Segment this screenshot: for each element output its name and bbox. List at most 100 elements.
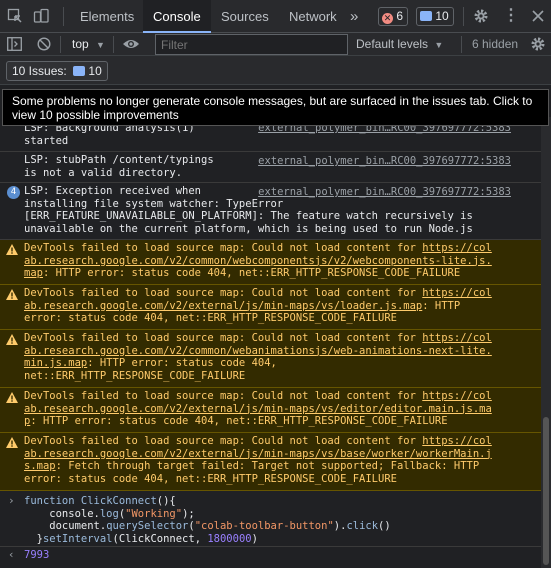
divider: [60, 36, 61, 53]
source-map-link[interactable]: ab.research.google.com/v2/common/webcomp…: [24, 255, 492, 267]
warning-text: error: status code 404, net::ERR_HTTP_RE…: [24, 472, 397, 485]
warning-message: DevTools failed to load source map: Coul…: [0, 285, 541, 330]
warning-message: DevTools failed to load source map: Coul…: [0, 433, 541, 491]
warning-message: DevTools failed to load source map: Coul…: [0, 388, 541, 433]
context-value: top: [72, 37, 89, 51]
code-function-name: querySelector: [106, 520, 189, 532]
source-map-link[interactable]: https://col: [422, 435, 492, 447]
log-levels-value: Default levels: [356, 37, 429, 51]
divider: [461, 36, 462, 53]
source-link[interactable]: external_polymer_bin…RC00_397697772:5383: [258, 155, 511, 168]
source-map-link[interactable]: https://col: [422, 287, 492, 299]
message-count: 10: [435, 9, 449, 23]
settings-gear-icon[interactable]: [473, 8, 489, 24]
console-input-entry: › function ClickConnect(){ console.log("…: [0, 491, 541, 547]
warning-text: DevTools failed to load source map: Coul…: [24, 332, 423, 344]
warning-icon: [6, 244, 18, 255]
issues-message-icon: [73, 66, 86, 76]
warning-text: net::ERR_HTTP_RESPONSE_CODE_FAILURE: [24, 369, 246, 382]
warning-text: error: status code 404, net::ERR_HTTP_RE…: [24, 312, 397, 324]
code-text: ).: [333, 520, 347, 532]
warning-text: DevTools failed to load source map: Coul…: [24, 242, 423, 254]
code-function-name: setInterval: [42, 532, 113, 545]
log-text: is not a valid directory.: [24, 166, 183, 179]
code-text: (): [378, 520, 391, 532]
issues-button[interactable]: 10 Issues: 10: [6, 61, 108, 81]
log-message-grouped: 4 LSP: Exception received when installin…: [0, 183, 541, 240]
source-link[interactable]: external_polymer_bin…RC00_397697772:5383: [258, 186, 511, 199]
log-text: started: [24, 134, 69, 147]
code-text: (){: [156, 495, 176, 507]
source-map-link[interactable]: https://col: [422, 390, 492, 402]
source-map-link[interactable]: ab.research.google.com/v2/external/js/mi…: [24, 403, 492, 415]
source-map-link[interactable]: min.js.map: [24, 357, 87, 369]
error-count: 6: [396, 9, 404, 23]
warning-message: DevTools failed to load source map: Coul…: [0, 330, 541, 388]
code-function-name: click: [346, 520, 379, 532]
warning-text: : Fetch through target failed: Target no…: [55, 460, 480, 472]
source-map-link[interactable]: map: [24, 267, 43, 279]
issues-tooltip: Some problems no longer generate console…: [2, 89, 549, 126]
more-options-icon[interactable]: ⋮: [503, 8, 519, 24]
log-text: installing file system watcher: TypeErro…: [24, 197, 284, 210]
live-expression-eye-icon[interactable]: [122, 37, 140, 54]
log-text: unavailable on the current platform, whi…: [24, 222, 473, 235]
console-toolbar: top ▼ Default levels ▼ 6 hidden: [0, 33, 551, 56]
code-text: ): [251, 532, 258, 545]
filter-input[interactable]: [155, 34, 348, 55]
code-keyword: function: [24, 495, 75, 507]
code-function-name: ClickConnect: [80, 495, 157, 507]
tab-sources[interactable]: Sources: [211, 0, 279, 33]
chevron-down-icon: ▼: [434, 40, 444, 50]
warning-text: DevTools failed to load source map: Coul…: [24, 390, 423, 402]
warning-icon: [6, 289, 18, 300]
error-icon: ✕: [382, 13, 393, 24]
close-devtools-icon[interactable]: [530, 8, 546, 24]
warning-icon: [6, 437, 18, 448]
clear-console-icon[interactable]: [37, 37, 51, 54]
source-map-link[interactable]: s.map: [24, 460, 56, 472]
console-scrollbar[interactable]: [541, 117, 551, 568]
issues-label: 10 Issues:: [12, 64, 67, 78]
warning-text: : HTTP error: status code 404, net::ERR_…: [42, 267, 461, 279]
context-selector[interactable]: top ▼: [72, 37, 105, 51]
device-toolbar-icon[interactable]: [33, 8, 49, 24]
scrollbar-thumb[interactable]: [543, 417, 549, 565]
console-result-entry: ‹ 7993: [0, 547, 541, 566]
inspect-element-icon[interactable]: [7, 8, 23, 24]
source-map-link[interactable]: ab.research.google.com/v2/external/js/mi…: [24, 300, 422, 312]
warning-text: : HTTP error: status code 404, net::ERR_…: [30, 415, 448, 427]
sidebar-toggle-icon[interactable]: [7, 37, 22, 54]
more-tabs-button[interactable]: »: [345, 0, 363, 33]
error-count-badge[interactable]: ✕ 6: [378, 7, 409, 26]
divider: [113, 36, 114, 53]
code-string: "colab-toolbar-button": [194, 520, 334, 532]
tab-console[interactable]: Console: [143, 0, 211, 33]
source-map-link[interactable]: ab.research.google.com/v2/external/js/mi…: [24, 448, 492, 460]
log-levels-dropdown[interactable]: Default levels ▼: [356, 37, 443, 51]
result-chevron-icon: ‹: [8, 548, 15, 561]
warning-text: : HTTP error: status code 404,: [87, 357, 277, 369]
code-string: "Working": [125, 507, 183, 520]
log-text: [ERR_FEATURE_UNAVAILABLE_ON_PLATFORM]: T…: [24, 210, 473, 222]
log-message: LSP: stubPath /content/typings is not a …: [0, 152, 541, 183]
chevron-down-icon: ▼: [96, 40, 105, 50]
source-map-link[interactable]: https://col: [422, 332, 492, 344]
code-text: }: [24, 532, 43, 545]
devtools-tab-bar: Elements Console Sources Network » ✕ 6 1…: [0, 0, 551, 33]
console-log[interactable]: LSP: Background analysis(1) started exte…: [0, 117, 541, 568]
issues-count: 10: [88, 64, 102, 78]
warning-message: DevTools failed to load source map: Coul…: [0, 240, 541, 285]
code-text: document.: [24, 520, 107, 532]
source-map-link[interactable]: ab.research.google.com/v2/common/webanim…: [24, 345, 492, 357]
console-settings-gear-icon[interactable]: [530, 36, 546, 55]
tab-elements[interactable]: Elements: [70, 0, 144, 33]
issues-bar: 10 Issues: 10: [0, 56, 551, 85]
message-count-badge[interactable]: 10: [416, 7, 454, 26]
tab-network[interactable]: Network: [279, 0, 347, 33]
warning-text: DevTools failed to load source map: Coul…: [24, 435, 423, 447]
source-map-link[interactable]: https://col: [422, 242, 492, 254]
warning-icon: [6, 334, 18, 345]
code-number: 1800000: [207, 532, 252, 545]
repeat-count-badge: 4: [7, 186, 20, 199]
